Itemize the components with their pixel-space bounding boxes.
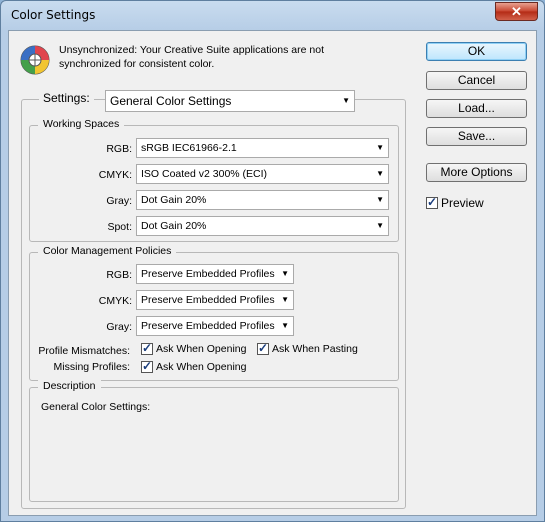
dialog-body: Unsynchronized: Your Creative Suite appl… xyxy=(8,30,537,516)
ws-rgb-label: RGB: xyxy=(106,143,132,155)
settings-value: General Color Settings xyxy=(110,94,232,108)
settings-label: Settings: xyxy=(39,91,94,105)
ws-gray-value: Dot Gain 20% xyxy=(141,194,207,206)
chevron-down-icon: ▼ xyxy=(281,321,289,330)
policy-gray-value: Preserve Embedded Profiles xyxy=(141,320,275,332)
more-options-button[interactable]: More Options xyxy=(426,163,527,182)
checkbox-icon[interactable] xyxy=(426,195,438,209)
chevron-down-icon: ▼ xyxy=(376,143,384,152)
mismatch-ask-opening-label: Ask When Opening xyxy=(156,343,247,356)
ws-gray-dropdown[interactable]: Dot Gain 20% ▼ xyxy=(136,190,389,210)
window-title: Color Settings xyxy=(11,8,96,22)
color-settings-window: Color Settings ✕ Unsynchronized: Your Cr… xyxy=(0,0,545,522)
chevron-down-icon: ▼ xyxy=(376,169,384,178)
mismatch-ask-pasting-label: Ask When Pasting xyxy=(272,343,358,356)
ws-spot-label: Spot: xyxy=(107,221,132,233)
save-button[interactable]: Save... xyxy=(426,127,527,146)
color-wheel-icon xyxy=(20,45,50,75)
cancel-button[interactable]: Cancel xyxy=(426,71,527,90)
description-text: General Color Settings: xyxy=(41,401,151,413)
chevron-down-icon: ▼ xyxy=(342,96,350,105)
sync-status-text: Unsynchronized: Your Creative Suite appl… xyxy=(59,44,324,70)
policy-rgb-dropdown[interactable]: Preserve Embedded Profiles ▼ xyxy=(136,264,294,284)
preview-label: Preview xyxy=(441,195,484,210)
chevron-down-icon: ▼ xyxy=(376,221,384,230)
policy-gray-dropdown[interactable]: Preserve Embedded Profiles ▼ xyxy=(136,316,294,336)
working-spaces-legend: Working Spaces xyxy=(38,118,125,130)
policy-gray-label: Gray: xyxy=(106,321,132,333)
policy-cmyk-value: Preserve Embedded Profiles xyxy=(141,294,275,306)
policy-rgb-label: RGB: xyxy=(106,269,132,281)
missing-ask-opening-label: Ask When Opening xyxy=(156,361,247,374)
policy-cmyk-dropdown[interactable]: Preserve Embedded Profiles ▼ xyxy=(136,290,294,310)
profile-mismatches-label: Profile Mismatches: xyxy=(38,345,130,357)
checkbox-icon[interactable] xyxy=(141,341,153,356)
ws-cmyk-value: ISO Coated v2 300% (ECI) xyxy=(141,168,268,180)
chevron-down-icon: ▼ xyxy=(281,269,289,278)
title-bar[interactable]: Color Settings ✕ xyxy=(1,1,544,31)
ws-rgb-value: sRGB IEC61966-2.1 xyxy=(141,142,237,154)
close-button[interactable]: ✕ xyxy=(495,2,538,21)
policy-rgb-value: Preserve Embedded Profiles xyxy=(141,268,275,280)
policy-cmyk-label: CMYK: xyxy=(98,295,132,307)
preview-checkbox[interactable]: Preview xyxy=(426,195,484,210)
ws-cmyk-label: CMYK: xyxy=(98,169,132,181)
ws-rgb-dropdown[interactable]: sRGB IEC61966-2.1 ▼ xyxy=(136,138,389,158)
ws-spot-dropdown[interactable]: Dot Gain 20% ▼ xyxy=(136,216,389,236)
checkbox-icon[interactable] xyxy=(257,341,269,356)
mismatch-ask-pasting-checkbox[interactable]: Ask When Pasting xyxy=(257,341,358,356)
mismatch-ask-opening-checkbox[interactable]: Ask When Opening xyxy=(141,341,247,356)
ws-gray-label: Gray: xyxy=(106,195,132,207)
chevron-down-icon: ▼ xyxy=(281,295,289,304)
settings-dropdown[interactable]: General Color Settings ▼ xyxy=(105,90,355,112)
description-legend: Description xyxy=(38,380,101,392)
checkbox-icon[interactable] xyxy=(141,359,153,374)
ok-button[interactable]: OK xyxy=(426,42,527,61)
ws-spot-value: Dot Gain 20% xyxy=(141,220,207,232)
policies-legend: Color Management Policies xyxy=(38,245,177,257)
load-button[interactable]: Load... xyxy=(426,99,527,118)
ws-cmyk-dropdown[interactable]: ISO Coated v2 300% (ECI) ▼ xyxy=(136,164,389,184)
chevron-down-icon: ▼ xyxy=(376,195,384,204)
missing-profiles-label: Missing Profiles: xyxy=(53,361,130,373)
missing-ask-opening-checkbox[interactable]: Ask When Opening xyxy=(141,359,247,374)
